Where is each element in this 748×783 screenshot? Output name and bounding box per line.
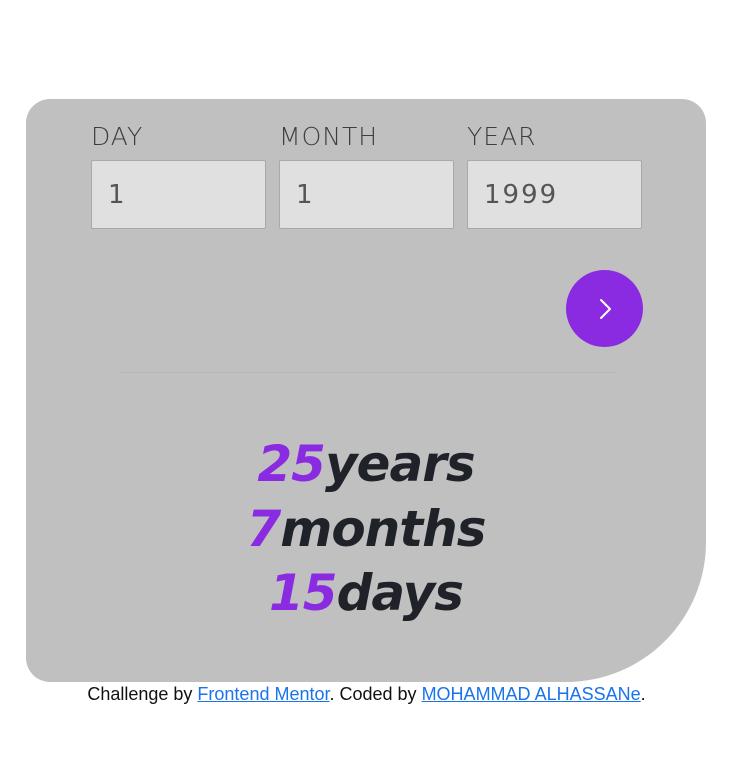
day-input[interactable] [91,160,266,229]
result-years: 25years [26,432,706,496]
months-value: 7 [246,500,281,558]
attribution-suffix: . [640,684,646,704]
years-unit: years [324,435,476,493]
attribution: Challenge by Frontend Mentor. Coded by M… [0,684,733,705]
result-days: 15days [26,561,706,625]
attribution-prefix: Challenge by [87,684,198,704]
days-value: 15 [269,564,338,622]
year-label: YEAR [467,122,537,151]
month-label: MONTH [279,122,379,151]
day-label: DAY [91,122,144,151]
days-unit: days [336,564,464,622]
chevron-right-icon [594,296,616,322]
calculate-button[interactable] [566,270,643,347]
years-value: 25 [257,435,326,493]
attribution-middle: . Coded by [329,684,422,704]
author-link[interactable]: MOHAMMAD ALHASSANe [422,684,641,704]
months-unit: months [280,500,486,558]
frontend-mentor-link[interactable]: Frontend Mentor [197,684,329,704]
month-input[interactable] [279,160,454,229]
divider [118,372,618,373]
result-months: 7months [26,497,706,561]
year-input[interactable] [467,160,642,229]
